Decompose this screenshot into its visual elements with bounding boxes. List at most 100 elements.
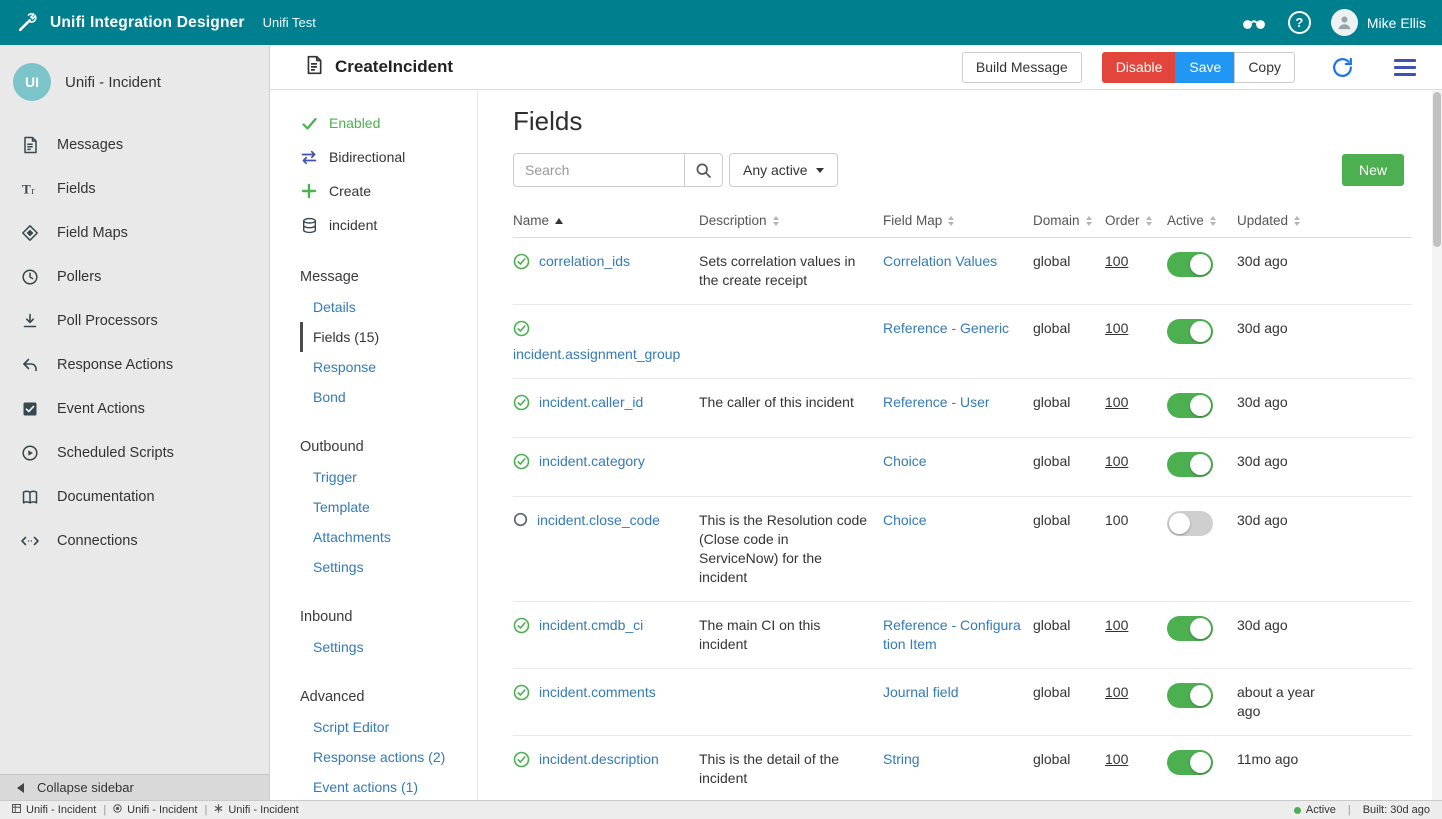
search-button[interactable] <box>685 153 723 187</box>
active-filter-dropdown[interactable]: Any active <box>729 153 838 187</box>
sidebar-item-event-actions[interactable]: Event Actions <box>0 387 269 431</box>
copy-button[interactable]: Copy <box>1234 52 1295 83</box>
field-map-link[interactable]: Reference - Configuration Item <box>883 617 1021 652</box>
column-header-domain[interactable]: Domain <box>1033 213 1105 228</box>
table-row: incident.assignment_group Reference - Gen… <box>513 305 1412 379</box>
active-toggle[interactable] <box>1167 750 1213 775</box>
active-toggle[interactable] <box>1167 252 1213 277</box>
subnav-item-response-actions-2[interactable]: Response actions (2) <box>300 742 477 772</box>
column-header-updated[interactable]: Updated <box>1237 213 1327 228</box>
column-label: Active <box>1167 213 1204 228</box>
field-map-link[interactable]: Choice <box>883 453 927 469</box>
field-order-link[interactable]: 100 <box>1105 394 1128 410</box>
field-name-link[interactable]: correlation_ids <box>539 252 630 271</box>
collapse-sidebar-label: Collapse sidebar <box>37 780 134 795</box>
active-toggle[interactable] <box>1167 393 1213 418</box>
column-header-active[interactable]: Active <box>1167 213 1237 228</box>
sort-icon <box>1146 216 1152 226</box>
field-updated: 30d ago <box>1237 379 1327 437</box>
subnav-status-incident[interactable]: incident <box>300 208 477 242</box>
field-name-link[interactable]: incident.assignment_group <box>513 345 680 364</box>
field-map-link[interactable]: Reference - User <box>883 394 990 410</box>
collapse-sidebar-button[interactable]: Collapse sidebar <box>0 774 269 800</box>
refresh-icon[interactable] <box>1330 55 1355 80</box>
subnav-item-response[interactable]: Response <box>300 352 477 382</box>
integration-header[interactable]: UI Unifi - Incident <box>0 45 269 111</box>
statusbar-tab[interactable]: Unifi - Incident <box>113 804 197 816</box>
build-message-button[interactable]: Build Message <box>962 52 1082 83</box>
field-map-link[interactable]: String <box>883 751 920 767</box>
field-order-link[interactable]: 100 <box>1105 320 1128 336</box>
sidebar-item-fields[interactable]: TrFields <box>0 167 269 211</box>
sidebar-item-documentation[interactable]: Documentation <box>0 475 269 519</box>
subnav-item-settings[interactable]: Settings <box>300 632 477 662</box>
field-name-link[interactable]: incident.comments <box>539 683 656 702</box>
field-order-link[interactable]: 100 <box>1105 253 1128 269</box>
sidebar-item-scheduled-scripts[interactable]: Scheduled Scripts <box>0 431 269 475</box>
field-order-link[interactable]: 100 <box>1105 684 1128 700</box>
subnav-item-bond[interactable]: Bond <box>300 382 477 412</box>
circle-icon <box>513 512 528 527</box>
field-domain: global <box>1033 669 1105 735</box>
subnav-item-attachments[interactable]: Attachments <box>300 522 477 552</box>
field-name-link[interactable]: incident.caller_id <box>539 393 643 412</box>
save-button[interactable]: Save <box>1175 52 1235 83</box>
subnav-item-trigger[interactable]: Trigger <box>300 462 477 492</box>
subnav-item-settings[interactable]: Settings <box>300 552 477 582</box>
statusbar-tab[interactable]: Unifi - Incident <box>214 804 298 816</box>
subnav-item-script-editor[interactable]: Script Editor <box>300 712 477 742</box>
toggle-knob <box>1190 454 1211 475</box>
column-header-description[interactable]: Description <box>699 213 883 228</box>
subnav-item-details[interactable]: Details <box>300 292 477 322</box>
column-header-order[interactable]: Order <box>1105 213 1167 228</box>
sidebar-item-field-maps[interactable]: Field Maps <box>0 211 269 255</box>
active-toggle[interactable] <box>1167 616 1213 641</box>
subnav-badges: EnabledBidirectionalCreateincident <box>300 106 477 242</box>
field-description <box>699 305 883 378</box>
active-toggle[interactable] <box>1167 683 1213 708</box>
sidebar-item-poll-processors[interactable]: Poll Processors <box>0 299 269 343</box>
field-map-link[interactable]: Reference - Generic <box>883 320 1009 336</box>
sidebar-item-connections[interactable]: Connections <box>0 519 269 563</box>
active-toggle[interactable] <box>1167 319 1213 344</box>
field-order-link[interactable]: 100 <box>1105 453 1128 469</box>
field-order-link[interactable]: 100 <box>1105 617 1128 633</box>
field-map-link[interactable]: Journal field <box>883 684 959 700</box>
sidebar-item-response-actions[interactable]: Response Actions <box>0 343 269 387</box>
active-toggle[interactable] <box>1167 452 1213 477</box>
subnav-status-create[interactable]: Create <box>300 174 477 208</box>
column-header-field-map[interactable]: Field Map <box>883 213 1033 228</box>
field-domain: global <box>1033 238 1105 304</box>
field-domain: global <box>1033 438 1105 496</box>
field-name-link[interactable]: incident.cmdb_ci <box>539 616 643 635</box>
user-menu[interactable]: Mike Ellis <box>1331 9 1426 36</box>
field-map-link[interactable]: Choice <box>883 512 927 528</box>
subnav-item-fields-15[interactable]: Fields (15) <box>300 322 477 352</box>
column-header-name[interactable]: Name <box>513 213 699 228</box>
new-field-button[interactable]: New <box>1342 154 1404 186</box>
glasses-icon[interactable] <box>1240 14 1268 31</box>
field-name-link[interactable]: incident.category <box>539 452 645 471</box>
sidebar-item-messages[interactable]: Messages <box>0 123 269 167</box>
field-map-link[interactable]: Correlation Values <box>883 253 997 269</box>
statusbar-tab[interactable]: Unifi - Incident <box>12 804 96 816</box>
toggle-knob <box>1190 321 1211 342</box>
subnav-item-event-actions-1[interactable]: Event actions (1) <box>300 772 477 800</box>
search-input[interactable] <box>513 153 685 187</box>
subnav-status-enabled[interactable]: Enabled <box>300 106 477 140</box>
disable-button[interactable]: Disable <box>1102 52 1177 83</box>
scrollbar[interactable] <box>1432 90 1442 800</box>
table-row: incident.cmdb_ciThe main CI on this inci… <box>513 602 1412 669</box>
field-order-link[interactable]: 100 <box>1105 751 1128 767</box>
field-name-link[interactable]: incident.close_code <box>537 511 660 530</box>
menu-icon[interactable] <box>1394 59 1416 76</box>
active-toggle[interactable] <box>1167 511 1213 536</box>
field-domain: global <box>1033 736 1105 800</box>
scrollbar-thumb[interactable] <box>1433 92 1441 247</box>
subnav-status-bidirectional[interactable]: Bidirectional <box>300 140 477 174</box>
field-name-link[interactable]: incident.description <box>539 750 659 769</box>
sidebar-item-label: Connections <box>57 533 138 549</box>
help-icon[interactable]: ? <box>1288 11 1311 34</box>
sidebar-item-pollers[interactable]: Pollers <box>0 255 269 299</box>
subnav-item-template[interactable]: Template <box>300 492 477 522</box>
